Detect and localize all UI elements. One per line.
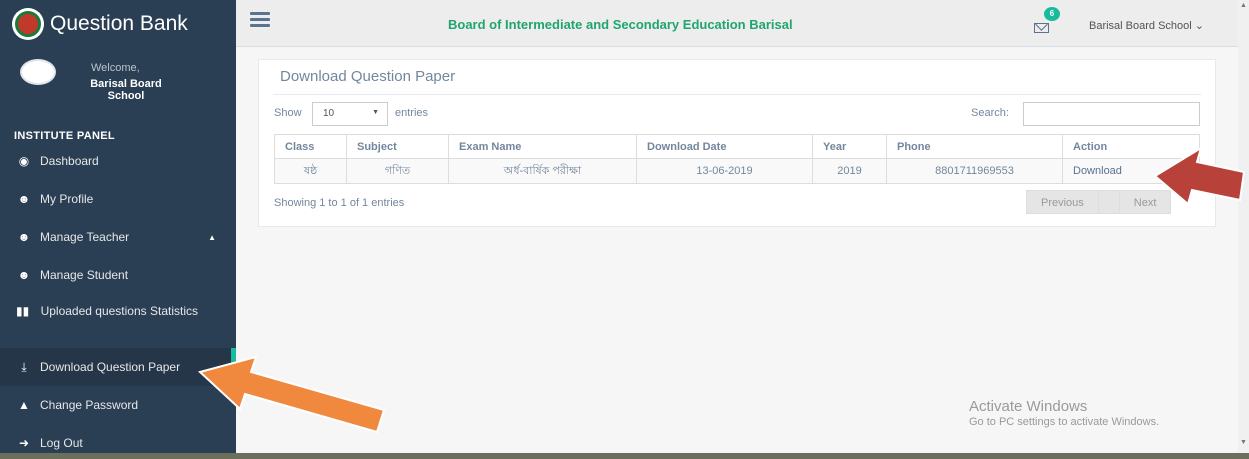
menu-toggle-icon[interactable]	[250, 12, 270, 30]
sidebar-item-label: Log Out	[40, 436, 83, 450]
brand[interactable]: Question Bank	[0, 0, 236, 47]
scroll-up-icon[interactable]: ▲	[1238, 0, 1249, 12]
sidebar-item-download-question-paper[interactable]: ⤓ Download Question Paper	[0, 348, 236, 386]
watermark-subtitle: Go to PC settings to activate Windows.	[969, 416, 1160, 428]
sidebar-menu: ◉ Dashboard ☻ My Profile ☻ Manage Teache…	[0, 142, 236, 459]
search-label: Search:	[971, 107, 1009, 119]
user-menu-label: Barisal Board School	[1089, 20, 1192, 32]
profile-block: Welcome, Barisal Board School	[0, 47, 236, 119]
column-header-year[interactable]: Year	[812, 134, 887, 159]
welcome-text: Welcome,	[91, 62, 140, 74]
download-icon: ⤓	[21, 359, 27, 374]
cell-subject: গণিত	[346, 158, 449, 184]
sidebar-item-label: Change Password	[40, 398, 139, 412]
next-button[interactable]: Next	[1118, 190, 1172, 214]
sidebar-item-label: Download Question Paper	[40, 360, 181, 374]
column-header-phone[interactable]: Phone	[886, 134, 1063, 159]
sidebar-item-label: Dashboard	[40, 154, 99, 168]
caret-down-icon: ▼	[372, 109, 379, 116]
sidebar-item-manage-teacher[interactable]: ☻ Manage Teacher ▲	[0, 218, 236, 256]
questions-table: Class Subject Exam Name Download Date Ye…	[274, 134, 1200, 184]
cell-exam-name: অর্ধ-বার্ষিক পরীক্ষা	[448, 158, 637, 184]
users-icon: ☻	[17, 268, 31, 282]
scroll-down-icon[interactable]: ▼	[1238, 437, 1249, 449]
sidebar-item-dashboard[interactable]: ◉ Dashboard	[0, 142, 236, 180]
show-label: Show	[274, 107, 302, 119]
page-scrollbar[interactable]: ▲ ▼	[1238, 0, 1249, 459]
tachometer-icon: ◉	[18, 154, 30, 168]
cell-phone: 8801711969553	[886, 158, 1063, 184]
sidebar-item-uploaded-questions-statistics[interactable]: ▮▮ Uploaded questions Statistics	[0, 294, 236, 348]
sidebar-item-change-password[interactable]: ▲ Change Password	[0, 386, 236, 424]
cell-year: 2019	[812, 158, 887, 184]
pagination: Previous Next	[1026, 190, 1172, 214]
download-panel: Download Question Paper Show 10 ▼ entrie…	[258, 59, 1216, 227]
activate-windows-watermark: Activate Windows Go to PC settings to ac…	[969, 398, 1159, 428]
cell-download-date: 13-06-2019	[636, 158, 813, 184]
column-header-exam-name[interactable]: Exam Name	[448, 134, 637, 159]
entries-select[interactable]: 10 ▼	[312, 102, 388, 126]
notification-badge: 6	[1044, 7, 1060, 21]
envelope-icon	[1034, 23, 1049, 33]
column-header-subject[interactable]: Subject	[346, 134, 449, 159]
chevron-up-icon: ▲	[208, 232, 216, 242]
column-header-download-date[interactable]: Download Date	[636, 134, 813, 159]
sidebar-item-label: Manage Student	[40, 268, 129, 282]
column-header-class[interactable]: Class	[274, 134, 347, 159]
users-icon: ☻	[17, 192, 31, 206]
user-menu-dropdown[interactable]: Barisal Board School ⌄	[1089, 19, 1204, 32]
sign-out-icon: ➜	[18, 436, 30, 450]
sidebar: Question Bank Welcome, Barisal Board Sch…	[0, 0, 236, 459]
previous-button[interactable]: Previous	[1026, 190, 1099, 214]
lock-icon: ▲	[18, 398, 30, 412]
top-navbar: Board of Intermediate and Secondary Educ…	[236, 0, 1249, 47]
profile-name: Barisal Board School	[90, 78, 162, 102]
users-icon: ☻	[17, 230, 31, 244]
table-header-row: Class Subject Exam Name Download Date Ye…	[274, 134, 1200, 159]
watermark-title: Activate Windows	[969, 398, 1088, 415]
entries-select-value: 10	[323, 108, 335, 119]
sidebar-item-label: My Profile	[40, 192, 94, 206]
bar-chart-icon: ▮▮	[16, 304, 30, 318]
avatar	[20, 59, 56, 85]
table-row: ষষ্ঠ গণিত অর্ধ-বার্ষিক পরীক্ষা 13-06-201…	[274, 158, 1200, 184]
table-info: Showing 1 to 1 of 1 entries	[274, 197, 405, 209]
cell-class: ষষ্ঠ	[274, 158, 347, 184]
notifications-button[interactable]: 6	[1034, 7, 1060, 37]
taskbar-strip	[0, 453, 1249, 459]
column-header-action[interactable]: Action	[1062, 134, 1200, 159]
download-link[interactable]: Download	[1073, 165, 1122, 177]
bangladesh-emblem-icon	[12, 7, 44, 40]
sidebar-item-label: Uploaded questions Statistics	[40, 304, 198, 318]
search-input[interactable]	[1023, 102, 1200, 126]
board-title: Board of Intermediate and Secondary Educ…	[448, 17, 793, 32]
institute-panel-heading: INSTITUTE PANEL	[14, 130, 115, 142]
divider	[273, 94, 1201, 95]
chevron-down-icon: ⌄	[1194, 20, 1205, 32]
page-title: Download Question Paper	[280, 68, 456, 85]
sidebar-item-label: Manage Teacher	[40, 230, 130, 244]
page-button[interactable]	[1098, 190, 1119, 214]
brand-title: Question Bank	[50, 11, 188, 35]
sidebar-item-my-profile[interactable]: ☻ My Profile	[0, 180, 236, 218]
sidebar-item-manage-student[interactable]: ☻ Manage Student	[0, 256, 236, 294]
entries-label: entries	[395, 107, 429, 119]
